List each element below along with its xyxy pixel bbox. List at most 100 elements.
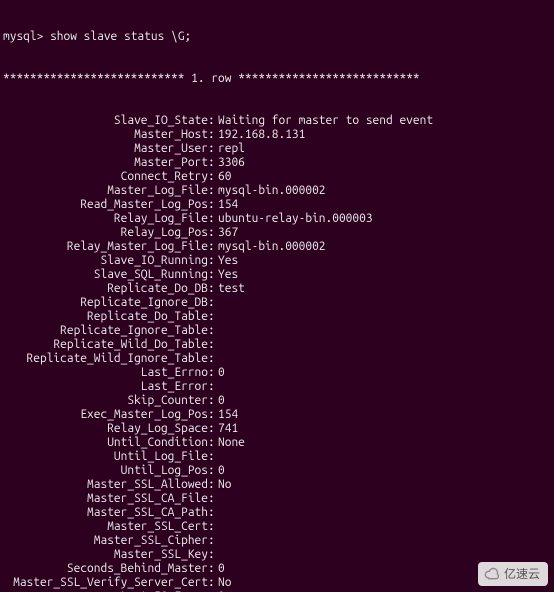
status-row: Replicate_Ignore_DB:: [3, 296, 551, 310]
status-row: Master_Log_File: mysql-bin.000002: [3, 184, 551, 198]
status-row: Master_SSL_Key:: [3, 548, 551, 562]
cloud-icon: [484, 566, 500, 582]
status-label: Master_SSL_Verify_Server_Cert: [3, 576, 208, 590]
status-value: [218, 338, 551, 352]
status-row: Replicate_Do_DB: test: [3, 282, 551, 296]
separator: :: [208, 310, 218, 324]
status-value: 0: [218, 394, 551, 408]
prompt-prefix: mysql>: [3, 30, 43, 43]
status-label: Until_Condition: [3, 436, 208, 450]
separator: :: [208, 576, 218, 590]
status-label: Master_Log_File: [3, 184, 208, 198]
status-row: Replicate_Wild_Do_Table:: [3, 338, 551, 352]
status-value: [218, 310, 551, 324]
terminal-output[interactable]: mysql> show slave status \G; ***********…: [0, 0, 554, 592]
status-value: No: [218, 478, 551, 492]
row-header: *************************** 1. row *****…: [3, 72, 551, 86]
status-label: Skip_Counter: [3, 394, 208, 408]
status-value: [218, 352, 551, 366]
status-label: Relay_Log_Pos: [3, 226, 208, 240]
status-row: Master_SSL_Cipher:: [3, 534, 551, 548]
separator: :: [208, 128, 218, 142]
separator: :: [208, 226, 218, 240]
status-label: Until_Log_File: [3, 450, 208, 464]
separator: :: [208, 240, 218, 254]
status-value: ubuntu-relay-bin.000003: [218, 212, 551, 226]
separator: :: [208, 338, 218, 352]
status-label: Master_SSL_Key: [3, 548, 208, 562]
separator: :: [208, 212, 218, 226]
status-value: [218, 492, 551, 506]
status-row: Replicate_Ignore_Table:: [3, 324, 551, 338]
separator: :: [208, 170, 218, 184]
status-value: 3306: [218, 156, 551, 170]
status-row: Seconds_Behind_Master: 0: [3, 562, 551, 576]
status-value: Yes: [218, 268, 551, 282]
separator: :: [208, 394, 218, 408]
separator: :: [208, 436, 218, 450]
status-row: Master_SSL_CA_File:: [3, 492, 551, 506]
status-row: Read_Master_Log_Pos: 154: [3, 198, 551, 212]
status-value: 154: [218, 408, 551, 422]
status-row: Master_User: repl: [3, 142, 551, 156]
separator: :: [208, 352, 218, 366]
status-row: Master_SSL_CA_Path:: [3, 506, 551, 520]
status-label: Slave_IO_State: [3, 114, 208, 128]
status-row: Exec_Master_Log_Pos: 154: [3, 408, 551, 422]
separator: :: [208, 408, 218, 422]
status-label: Relay_Log_Space: [3, 422, 208, 436]
separator: :: [208, 380, 218, 394]
separator: :: [208, 156, 218, 170]
status-label: Exec_Master_Log_Pos: [3, 408, 208, 422]
status-row: Relay_Log_Space: 741: [3, 422, 551, 436]
separator: :: [208, 268, 218, 282]
status-row: Relay_Log_Pos: 367: [3, 226, 551, 240]
status-value: mysql-bin.000002: [218, 240, 551, 254]
separator: :: [208, 506, 218, 520]
prompt-command: show slave status \G;: [50, 30, 191, 43]
status-value: 367: [218, 226, 551, 240]
status-row: Master_SSL_Verify_Server_Cert: No: [3, 576, 551, 590]
status-label: Master_SSL_Cipher: [3, 534, 208, 548]
status-value: mysql-bin.000002: [218, 184, 551, 198]
status-label: Slave_SQL_Running: [3, 268, 208, 282]
separator: :: [208, 520, 218, 534]
status-row: Relay_Master_Log_File: mysql-bin.000002: [3, 240, 551, 254]
status-row: Master_SSL_Cert:: [3, 520, 551, 534]
status-row: Slave_IO_State: Waiting for master to se…: [3, 114, 551, 128]
status-value: None: [218, 436, 551, 450]
status-label: Replicate_Wild_Ignore_Table: [3, 352, 208, 366]
separator: :: [208, 198, 218, 212]
status-value: [218, 450, 551, 464]
status-row: Until_Condition: None: [3, 436, 551, 450]
watermark: 亿速云: [478, 562, 548, 586]
status-row: Skip_Counter: 0: [3, 394, 551, 408]
status-row: Master_Host: 192.168.8.131: [3, 128, 551, 142]
status-label: Until_Log_Pos: [3, 464, 208, 478]
separator: :: [208, 142, 218, 156]
status-value: 154: [218, 198, 551, 212]
separator: :: [208, 562, 218, 576]
status-label: Slave_IO_Running: [3, 254, 208, 268]
separator: :: [208, 464, 218, 478]
status-value: [218, 520, 551, 534]
status-value: Waiting for master to send event: [218, 114, 551, 128]
prompt-line: mysql> show slave status \G;: [3, 30, 551, 44]
separator: :: [208, 254, 218, 268]
separator: :: [208, 478, 218, 492]
separator: :: [208, 366, 218, 380]
status-row: Replicate_Do_Table:: [3, 310, 551, 324]
status-value: [218, 534, 551, 548]
status-label: Replicate_Do_DB: [3, 282, 208, 296]
status-row: Slave_IO_Running: Yes: [3, 254, 551, 268]
status-label: Last_Error: [3, 380, 208, 394]
status-value: [218, 296, 551, 310]
separator: :: [208, 296, 218, 310]
status-value: [218, 506, 551, 520]
separator: :: [208, 450, 218, 464]
status-row: Master_Port: 3306: [3, 156, 551, 170]
status-value: 60: [218, 170, 551, 184]
separator: :: [208, 324, 218, 338]
separator: :: [208, 184, 218, 198]
status-label: Relay_Log_File: [3, 212, 208, 226]
